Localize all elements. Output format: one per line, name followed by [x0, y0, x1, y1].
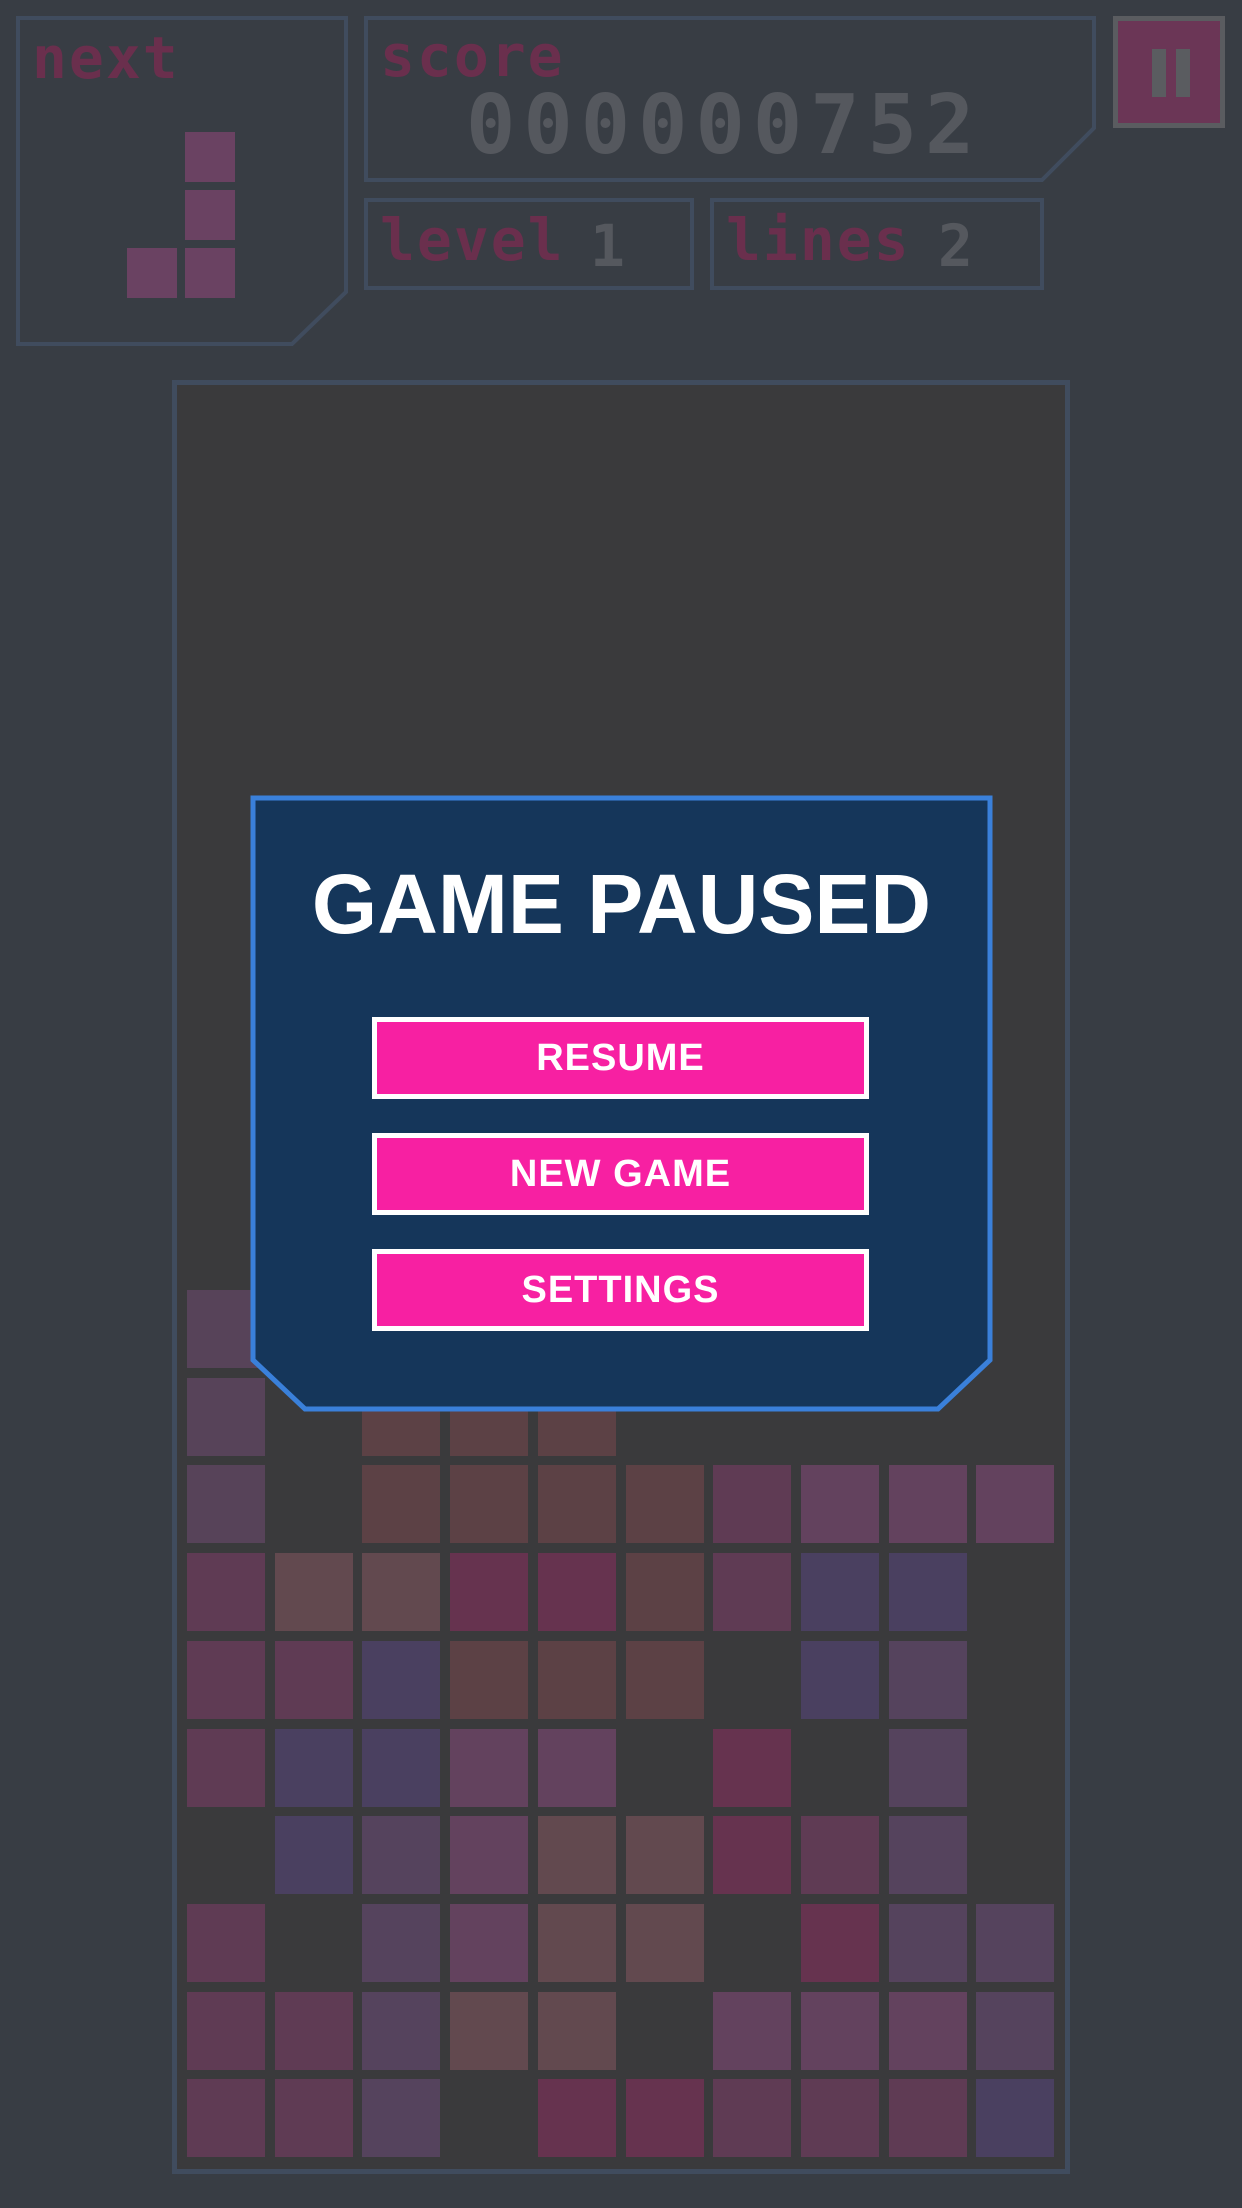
- new-game-button[interactable]: NEW GAME: [372, 1133, 869, 1215]
- board-block: [275, 1553, 353, 1631]
- board-block: [538, 1816, 616, 1894]
- board-block: [889, 1465, 967, 1543]
- board-block: [362, 2079, 440, 2157]
- board-block: [801, 1904, 879, 1982]
- next-piece-block: [185, 190, 235, 240]
- board-block: [889, 1553, 967, 1631]
- board-block: [362, 1553, 440, 1631]
- board-block: [713, 1553, 791, 1631]
- board-block: [450, 1816, 528, 1894]
- board-block: [801, 1465, 879, 1543]
- board-block: [362, 1465, 440, 1543]
- board-block: [626, 1816, 704, 1894]
- resume-button[interactable]: RESUME: [372, 1017, 869, 1099]
- board-block: [450, 1553, 528, 1631]
- board-block: [450, 1641, 528, 1719]
- board-block: [889, 2079, 967, 2157]
- board-block: [801, 1553, 879, 1631]
- dialog-title: GAME PAUSED: [311, 857, 932, 951]
- board-block: [275, 2079, 353, 2157]
- next-piece-block: [185, 132, 235, 182]
- board-block: [538, 1992, 616, 2070]
- board-block: [713, 1992, 791, 2070]
- board-block: [976, 1465, 1054, 1543]
- board-block: [976, 2079, 1054, 2157]
- board-block: [450, 1465, 528, 1543]
- board-block: [362, 1729, 440, 1807]
- board-block: [626, 2079, 704, 2157]
- board-block: [275, 1816, 353, 1894]
- board-block: [538, 1641, 616, 1719]
- board-block: [538, 1729, 616, 1807]
- level-panel: level 1: [364, 198, 694, 290]
- board-block: [275, 1729, 353, 1807]
- board-block: [889, 1816, 967, 1894]
- score-value: 000000752: [466, 78, 983, 173]
- board-block: [801, 1816, 879, 1894]
- pause-dialog: GAME PAUSED RESUME NEW GAME SETTINGS: [250, 795, 993, 1412]
- board-block: [801, 2079, 879, 2157]
- board-block: [450, 1992, 528, 2070]
- level-label: level: [380, 206, 565, 274]
- level-value: 1: [590, 212, 625, 280]
- board-block: [713, 2079, 791, 2157]
- board-block: [626, 1641, 704, 1719]
- board-block: [976, 1992, 1054, 2070]
- board-block: [626, 1465, 704, 1543]
- settings-button[interactable]: SETTINGS: [372, 1249, 869, 1331]
- board-block: [187, 1992, 265, 2070]
- board-block: [450, 1729, 528, 1807]
- board-block: [187, 1904, 265, 1982]
- board-block: [889, 1904, 967, 1982]
- board-block: [450, 1904, 528, 1982]
- next-panel: next: [16, 16, 348, 346]
- board-block: [187, 1465, 265, 1543]
- board-block: [187, 2079, 265, 2157]
- board-block: [801, 1992, 879, 2070]
- board-block: [538, 2079, 616, 2157]
- board-block: [187, 1553, 265, 1631]
- lines-label: lines: [726, 206, 911, 274]
- score-panel: score 000000752: [364, 16, 1096, 182]
- board-block: [889, 1992, 967, 2070]
- lines-panel: lines 2: [710, 198, 1044, 290]
- board-block: [362, 1816, 440, 1894]
- pause-icon: [1152, 49, 1166, 97]
- board-block: [713, 1729, 791, 1807]
- board-block: [801, 1641, 879, 1719]
- next-piece-block: [185, 248, 235, 298]
- board-block: [713, 1465, 791, 1543]
- board-block: [889, 1641, 967, 1719]
- board-block: [275, 1992, 353, 2070]
- board-block: [889, 1729, 967, 1807]
- next-label: next: [32, 24, 180, 92]
- next-piece-block: [127, 248, 177, 298]
- board-block: [976, 1904, 1054, 1982]
- board-block: [538, 1465, 616, 1543]
- lines-value: 2: [938, 212, 973, 280]
- board-block: [187, 1729, 265, 1807]
- board-block: [362, 1904, 440, 1982]
- board-block: [538, 1904, 616, 1982]
- board-block: [362, 1992, 440, 2070]
- board-block: [626, 1904, 704, 1982]
- board-block: [626, 1553, 704, 1631]
- board-block: [713, 1816, 791, 1894]
- board-block: [275, 1641, 353, 1719]
- board-block: [362, 1641, 440, 1719]
- pause-icon-bar: [1176, 49, 1190, 97]
- board-block: [538, 1553, 616, 1631]
- pause-button[interactable]: [1113, 16, 1225, 128]
- board-block: [187, 1641, 265, 1719]
